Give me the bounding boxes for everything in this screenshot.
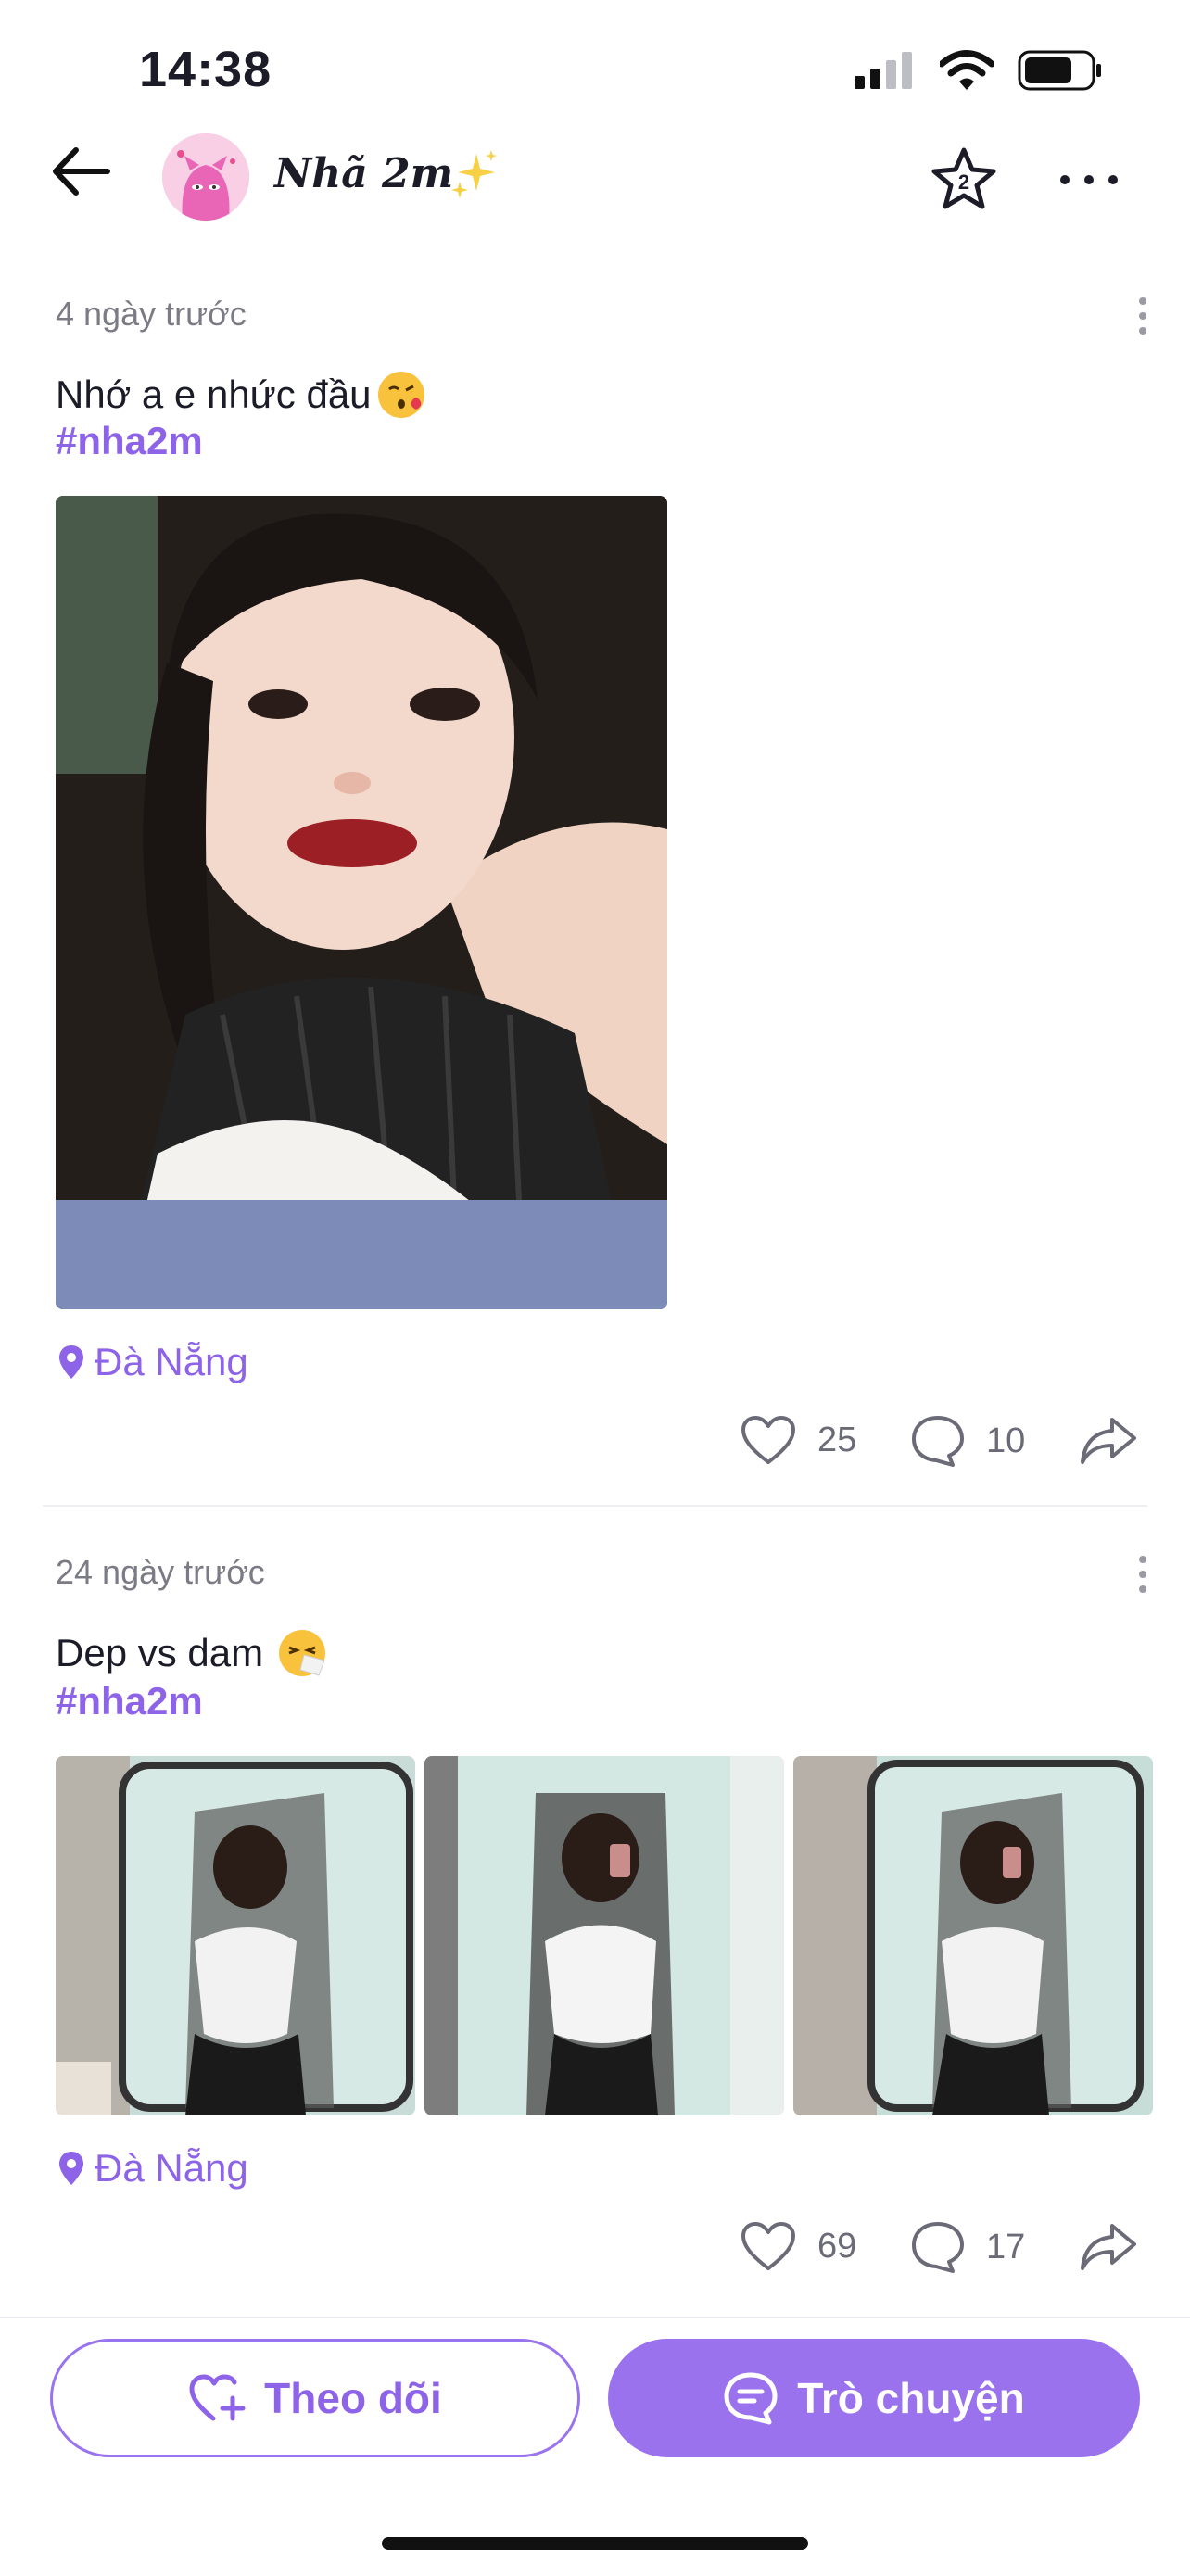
post-text-row: Nhớ a e nhức đầu xyxy=(56,369,427,421)
star-badge-icon: 2 xyxy=(931,147,996,209)
post-menu-button[interactable] xyxy=(1129,1551,1157,1597)
comment-bubble-icon xyxy=(912,1416,964,1467)
wifi-icon xyxy=(940,50,994,90)
mirror-selfie-photo-1 xyxy=(56,1756,415,2115)
post-photo[interactable] xyxy=(56,1756,415,2115)
post-photo[interactable] xyxy=(793,1756,1153,2115)
location-label: Đà Nẵng xyxy=(95,2146,248,2190)
post-time: 4 ngày trước xyxy=(56,295,247,333)
post-hashtag[interactable]: #nha2m xyxy=(56,419,203,463)
sparkles-emoji xyxy=(451,150,497,198)
more-vertical-icon xyxy=(1139,1556,1146,1593)
location-pin-icon xyxy=(59,1345,83,1379)
comment-bubble-icon xyxy=(912,2222,964,2273)
like-count: 25 xyxy=(817,1420,857,1459)
post-text: Nhớ a e nhức đầu xyxy=(56,373,372,416)
post-photo[interactable] xyxy=(424,1756,784,2115)
battery-icon xyxy=(1018,50,1101,91)
status-icons xyxy=(855,50,1103,91)
selfie-photo xyxy=(56,496,667,1309)
back-button[interactable] xyxy=(48,139,132,222)
post-location[interactable]: Đà Nẵng xyxy=(57,2146,248,2191)
cartoon-avatar-image xyxy=(162,133,249,221)
comment-count: 10 xyxy=(986,1421,1026,1460)
chat-bubble-icon xyxy=(724,2372,778,2425)
comment-count: 17 xyxy=(986,2227,1026,2267)
avatar[interactable] xyxy=(162,133,249,221)
follow-button[interactable]: Theo dõi xyxy=(50,2339,580,2457)
comment-button[interactable]: 10 xyxy=(910,1414,1025,1468)
heart-plus-icon xyxy=(189,2374,246,2421)
home-indicator[interactable] xyxy=(382,2537,808,2550)
more-horizontal-icon xyxy=(1060,175,1118,184)
post-photo[interactable] xyxy=(56,496,667,1309)
location-pin-icon xyxy=(59,2152,83,2185)
star-badge-button[interactable]: 2 xyxy=(927,143,1001,217)
like-button[interactable]: 69 xyxy=(740,2220,856,2272)
like-count: 69 xyxy=(817,2226,857,2266)
post-location[interactable]: Đà Nẵng xyxy=(57,1340,248,1384)
share-arrow-icon xyxy=(1081,1418,1136,1464)
share-button[interactable] xyxy=(1079,1414,1138,1466)
sneezing-face-emoji xyxy=(279,1630,326,1676)
post-hashtag[interactable]: #nha2m xyxy=(56,1679,203,1724)
arrow-left-icon xyxy=(53,147,110,196)
kissing-face-emoji xyxy=(377,372,424,418)
chat-label: Trò chuyện xyxy=(797,2374,1025,2422)
post-actions: 25 10 xyxy=(0,1414,1190,1479)
like-button[interactable]: 25 xyxy=(740,1414,856,1466)
more-vertical-icon xyxy=(1139,297,1146,335)
follow-label: Theo dõi xyxy=(264,2374,442,2422)
post-text: Dep vs dam xyxy=(56,1631,264,1674)
mirror-selfie-photo-2 xyxy=(424,1756,784,2115)
heart-outline-icon xyxy=(741,1416,795,1464)
chat-button[interactable]: Trò chuyện xyxy=(608,2339,1140,2457)
mirror-selfie-photo-3 xyxy=(793,1756,1153,2115)
post-menu-button[interactable] xyxy=(1129,293,1157,339)
profile-name[interactable]: Nhã 2m xyxy=(274,150,453,197)
location-label: Đà Nẵng xyxy=(95,1340,248,1383)
share-button[interactable] xyxy=(1079,2220,1138,2272)
status-time: 14:38 xyxy=(139,42,272,97)
svg-text:2: 2 xyxy=(958,170,969,194)
post-actions: 69 17 xyxy=(0,2220,1190,2285)
more-options-button[interactable] xyxy=(1057,154,1121,206)
share-arrow-icon xyxy=(1081,2224,1136,2270)
post-divider xyxy=(43,1505,1147,1507)
cellular-signal-icon xyxy=(855,52,912,89)
post-time: 24 ngày trước xyxy=(56,1553,265,1591)
post-text-row: Dep vs dam xyxy=(56,1627,328,1679)
comment-button[interactable]: 17 xyxy=(910,2220,1025,2274)
heart-outline-icon xyxy=(741,2222,795,2270)
